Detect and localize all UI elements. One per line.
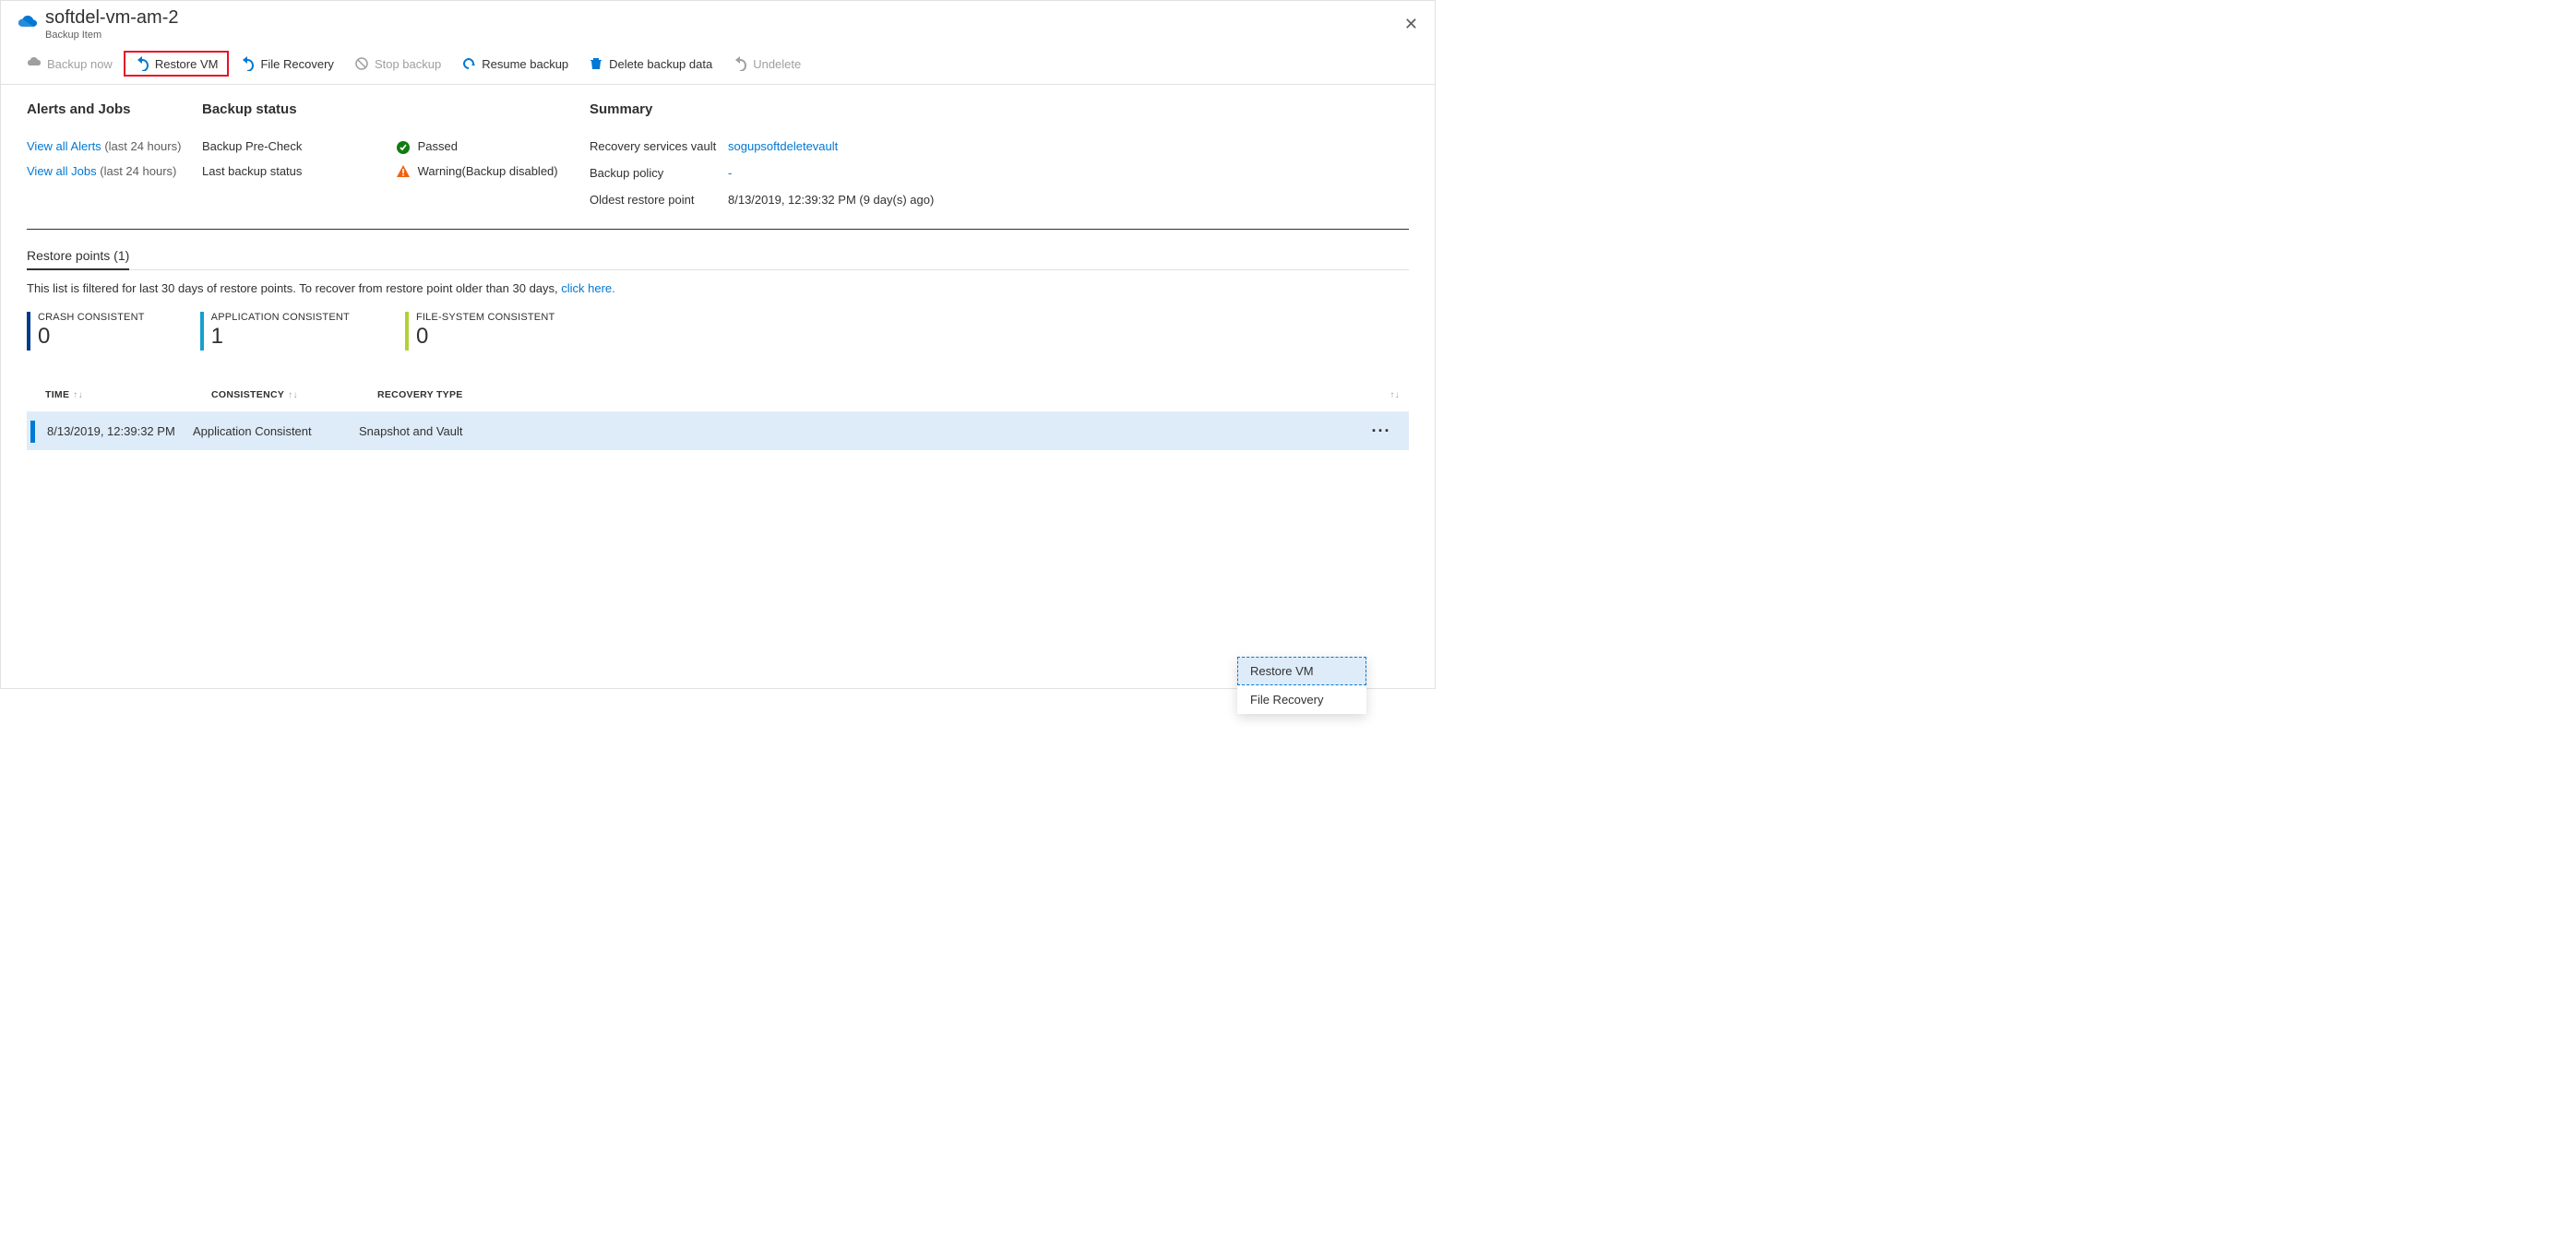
delete-backup-data-button[interactable]: Delete backup data [579, 52, 722, 76]
table-header: TIME↑↓ CONSISTENCY↑↓ RECOVERY TYPE ↑↓ [27, 378, 1409, 412]
vm-backup-icon [18, 15, 38, 35]
last-backup-status-value: Warning(Backup disabled) [396, 164, 590, 180]
page-subtitle: Backup Item [45, 29, 1397, 42]
td-time: 8/13/2019, 12:39:32 PM [27, 424, 193, 438]
tab-bar: Restore points (1) [27, 243, 1409, 270]
stat-filesystem-consistent: FILE-SYSTEM CONSISTENT 0 [405, 312, 555, 351]
blade-header: softdel-vm-am-2 Backup Item ✕ [1, 1, 1435, 45]
policy-link[interactable]: - [728, 166, 1409, 180]
undo-icon [733, 56, 747, 71]
undo-icon [135, 56, 149, 71]
table-row[interactable]: 8/13/2019, 12:39:32 PM Application Consi… [27, 412, 1409, 450]
view-jobs-meta: (last 24 hours) [100, 164, 176, 178]
context-restore-vm[interactable]: Restore VM [1237, 657, 1366, 685]
view-jobs-row: View all Jobs (last 24 hours) [27, 164, 202, 180]
warning-icon [396, 164, 411, 179]
file-recovery-button[interactable]: File Recovery [231, 52, 342, 76]
th-consistency[interactable]: CONSISTENCY↑↓ [211, 389, 377, 400]
divider [27, 229, 1409, 230]
row-selection-marker [30, 421, 35, 443]
last-backup-status-label: Last backup status [202, 164, 396, 180]
trash-icon [589, 56, 603, 71]
summary-section-title: Summary [590, 101, 1409, 117]
block-icon [354, 56, 369, 71]
policy-label: Backup policy [590, 166, 728, 180]
td-consistency: Application Consistent [193, 424, 359, 438]
undelete-button: Undelete [723, 52, 810, 76]
oldest-restore-value: 8/13/2019, 12:39:32 PM (9 day(s) ago) [728, 193, 1409, 207]
content-area: Alerts and Jobs Backup status Summary Vi… [1, 85, 1435, 450]
resume-backup-button[interactable]: Resume backup [452, 52, 578, 76]
success-icon [396, 140, 411, 155]
view-alerts-row: View all Alerts (last 24 hours) [27, 139, 202, 155]
close-button[interactable]: ✕ [1397, 11, 1425, 38]
undo-icon [240, 56, 255, 71]
backup-now-button: Backup now [18, 52, 122, 76]
th-recovery-type[interactable]: RECOVERY TYPE [377, 389, 885, 400]
table-body: 8/13/2019, 12:39:32 PM Application Consi… [27, 412, 1409, 450]
filter-note: This list is filtered for last 30 days o… [27, 281, 1409, 295]
view-alerts-meta: (last 24 hours) [104, 139, 181, 153]
context-file-recovery[interactable]: File Recovery [1237, 685, 1366, 714]
vault-link[interactable]: sogupsoftdeletevault [728, 139, 1409, 153]
cloud-upload-icon [27, 56, 42, 71]
backup-status-section-title: Backup status [202, 101, 590, 117]
view-all-alerts-link[interactable]: View all Alerts [27, 139, 101, 153]
precheck-value: Passed [396, 139, 590, 155]
toolbar: Backup now Restore VM File Recovery Stop… [1, 45, 1435, 85]
td-recovery-type: Snapshot and Vault [359, 424, 866, 438]
summary-block: Recovery services vault sogupsoftdeletev… [590, 139, 1409, 207]
click-here-link[interactable]: click here. [561, 281, 615, 295]
row-context-menu: Restore VM File Recovery [1237, 657, 1366, 714]
row-more-button[interactable]: ··· [1363, 422, 1400, 441]
oldest-restore-label: Oldest restore point [590, 193, 728, 207]
refresh-icon [461, 56, 476, 71]
stop-backup-button: Stop backup [345, 52, 450, 76]
view-all-jobs-link[interactable]: View all Jobs [27, 164, 97, 178]
vault-label: Recovery services vault [590, 139, 728, 153]
th-time[interactable]: TIME↑↓ [45, 389, 211, 400]
stat-crash-consistent: CRASH CONSISTENT 0 [27, 312, 145, 351]
stat-application-consistent: APPLICATION CONSISTENT 1 [200, 312, 350, 351]
tab-restore-points[interactable]: Restore points (1) [27, 243, 129, 270]
info-section: Alerts and Jobs Backup status Summary Vi… [27, 101, 1409, 229]
consistency-stats: CRASH CONSISTENT 0 APPLICATION CONSISTEN… [27, 312, 1409, 351]
restore-vm-button[interactable]: Restore VM [124, 51, 230, 77]
alerts-section-title: Alerts and Jobs [27, 101, 202, 117]
precheck-label: Backup Pre-Check [202, 139, 396, 155]
page-title: softdel-vm-am-2 [45, 6, 1397, 29]
